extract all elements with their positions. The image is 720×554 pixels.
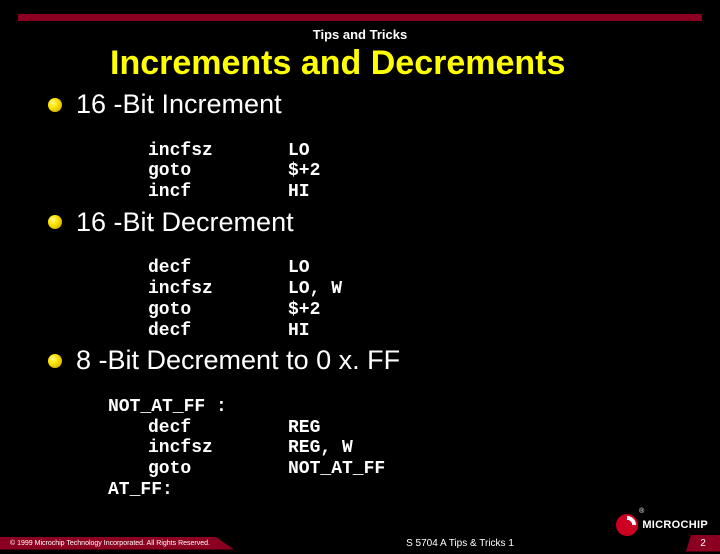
- heading-3: 8 -Bit Decrement to 0 x. FF: [76, 345, 400, 376]
- bullet-item: 8 -Bit Decrement to 0 x. FF: [48, 345, 720, 376]
- section-label: Tips and Tricks: [0, 27, 720, 42]
- bullet-icon: [48, 215, 62, 229]
- footer: © 1999 Microchip Technology Incorporated…: [0, 532, 720, 554]
- bullet-icon: [48, 98, 62, 112]
- footer-center: S 5704 A Tips & Tricks 1: [234, 538, 686, 549]
- heading-1: 16 -Bit Increment: [76, 89, 282, 120]
- content-area: 16 -Bit Increment incfszLO goto$+2 incfH…: [0, 89, 720, 500]
- registered-icon: ®: [639, 508, 644, 515]
- bullet-item: 16 -Bit Decrement: [48, 207, 720, 238]
- slide-title: Increments and Decrements: [0, 44, 720, 83]
- code-block-2: decfLO incfszLO, W goto$+2 decfHI: [108, 238, 720, 341]
- bullet-item: 16 -Bit Increment: [48, 89, 720, 120]
- top-rule: [18, 14, 702, 21]
- code-block-1: incfszLO goto$+2 incfHI: [108, 120, 720, 203]
- footer-copyright: © 1999 Microchip Technology Incorporated…: [0, 537, 234, 550]
- footer-page-number: 2: [686, 535, 720, 552]
- code-block-3: NOT_AT_FF : decfREG incfszREG, W gotoNOT…: [108, 376, 720, 500]
- logo-text: MICROCHIP: [642, 519, 708, 531]
- bullet-icon: [48, 354, 62, 368]
- heading-2: 16 -Bit Decrement: [76, 207, 294, 238]
